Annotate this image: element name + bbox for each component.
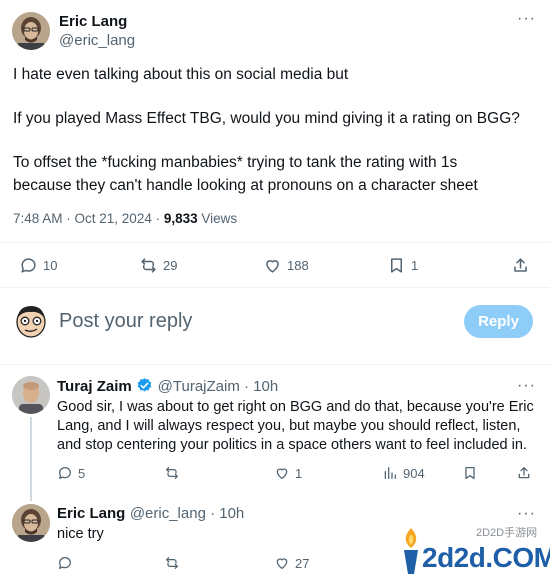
divider: [0, 364, 550, 365]
repost-icon: [166, 557, 178, 569]
like-action[interactable]: 188: [263, 256, 309, 275]
reply-text-line-3: and stop centering your politics in a sp…: [57, 437, 527, 453]
reply-header: Turaj Zaim @TurajZaim · 10h: [57, 377, 278, 396]
post-timestamp[interactable]: 7:48 AM · Oct 21, 2024 ·: [13, 211, 164, 226]
reply-text-line-1: Good sir, I was about to get right on BG…: [57, 399, 534, 415]
post-author-name[interactable]: Eric Lang: [59, 13, 127, 30]
reply-icon: [59, 557, 71, 569]
post-text-line-1: I hate even talking about this on social…: [13, 66, 349, 83]
bookmark-icon: [390, 258, 403, 273]
share-icon: [514, 258, 527, 272]
reply-author-avatar[interactable]: [12, 376, 50, 414]
reply-like-action[interactable]: 27: [274, 555, 309, 571]
reply-icon: [21, 258, 36, 273]
reply-author-handle[interactable]: @TurajZaim · 10h: [158, 378, 279, 395]
share-icon: [518, 467, 530, 479]
reply-share-action[interactable]: [516, 465, 532, 481]
post-text-line-4: because they can't handle looking at pro…: [13, 177, 478, 194]
reply-bookmark-action[interactable]: [462, 465, 478, 481]
author-avatar[interactable]: [12, 12, 50, 50]
share-action[interactable]: [511, 256, 530, 275]
reply-author-handle[interactable]: @eric_lang · 10h: [130, 505, 244, 522]
reply-reply-action[interactable]: 5: [57, 465, 85, 481]
reply-icon: [59, 467, 71, 479]
torch-logo-icon: [404, 528, 418, 574]
reply-views-action[interactable]: 904: [382, 465, 425, 481]
thread-connector-line: [30, 417, 32, 501]
avatar-image: [12, 504, 50, 542]
reply-more-options-icon[interactable]: ···: [517, 378, 536, 394]
post-views-count: 9,833: [163, 211, 198, 226]
reply-repost-action[interactable]: [164, 465, 185, 481]
reply-header: Eric Lang @eric_lang · 10h: [57, 505, 244, 523]
bookmark-icon: [465, 467, 475, 479]
reply-like-count: 27: [295, 555, 310, 571]
avatar-image: [12, 12, 50, 50]
analytics-icon: [384, 467, 396, 479]
divider: [0, 242, 550, 243]
post-views-label: Views: [197, 211, 238, 226]
reply-like-count: 1: [295, 465, 303, 481]
reply-input[interactable]: Post your reply: [59, 310, 192, 333]
reply-like-action[interactable]: 1: [274, 465, 302, 481]
reply-author-avatar[interactable]: [12, 504, 50, 542]
reply-text-line-1: nice try: [57, 526, 104, 542]
reply-reply-count: 5: [78, 465, 86, 481]
repost-action[interactable]: 29: [139, 256, 177, 275]
reply-count: 10: [43, 258, 58, 273]
more-options-icon[interactable]: ···: [517, 11, 536, 27]
heart-icon: [276, 468, 288, 479]
heart-icon: [266, 260, 279, 273]
cartoon-avatar-image: [16, 306, 46, 338]
bookmark-action[interactable]: 1: [387, 256, 418, 275]
verified-badge-icon[interactable]: [136, 377, 153, 394]
heart-icon: [276, 558, 288, 569]
reply-button[interactable]: Reply: [464, 305, 533, 338]
reply-views-count: 904: [403, 465, 425, 481]
reply-more-options-icon[interactable]: ···: [517, 506, 536, 522]
reply-author-name[interactable]: Eric Lang: [57, 505, 125, 522]
repost-icon: [166, 467, 178, 479]
post-meta: 7:48 AM · Oct 21, 2024 · 9,833 Views: [13, 211, 237, 226]
watermark-subtext: 2D2D手游网: [476, 527, 538, 539]
post-text-line-2: If you played Mass Effect TBG, would you…: [13, 110, 520, 127]
like-count: 188: [287, 258, 309, 273]
avatar-image: [12, 376, 50, 414]
repost-icon: [141, 258, 156, 273]
reply-action[interactable]: 10: [19, 256, 57, 275]
watermark-text: 2d2d.COM: [422, 542, 550, 573]
repost-count: 29: [163, 258, 178, 273]
divider: [0, 287, 550, 288]
current-user-avatar[interactable]: [12, 302, 50, 340]
reply-reply-action[interactable]: [57, 555, 73, 571]
post-text-line-3: To offset the *fucking manbabies* trying…: [13, 154, 458, 171]
reply-text-line-2: Lang, and I will always respect you, but…: [57, 418, 521, 434]
reply-repost-action[interactable]: [164, 555, 180, 571]
reply-author-name[interactable]: Turaj Zaim: [57, 378, 132, 395]
bookmark-count: 1: [411, 258, 419, 273]
site-watermark: 2D2D手游网 2d2d.COM: [398, 522, 550, 582]
post-author-handle[interactable]: @eric_lang: [59, 32, 135, 49]
